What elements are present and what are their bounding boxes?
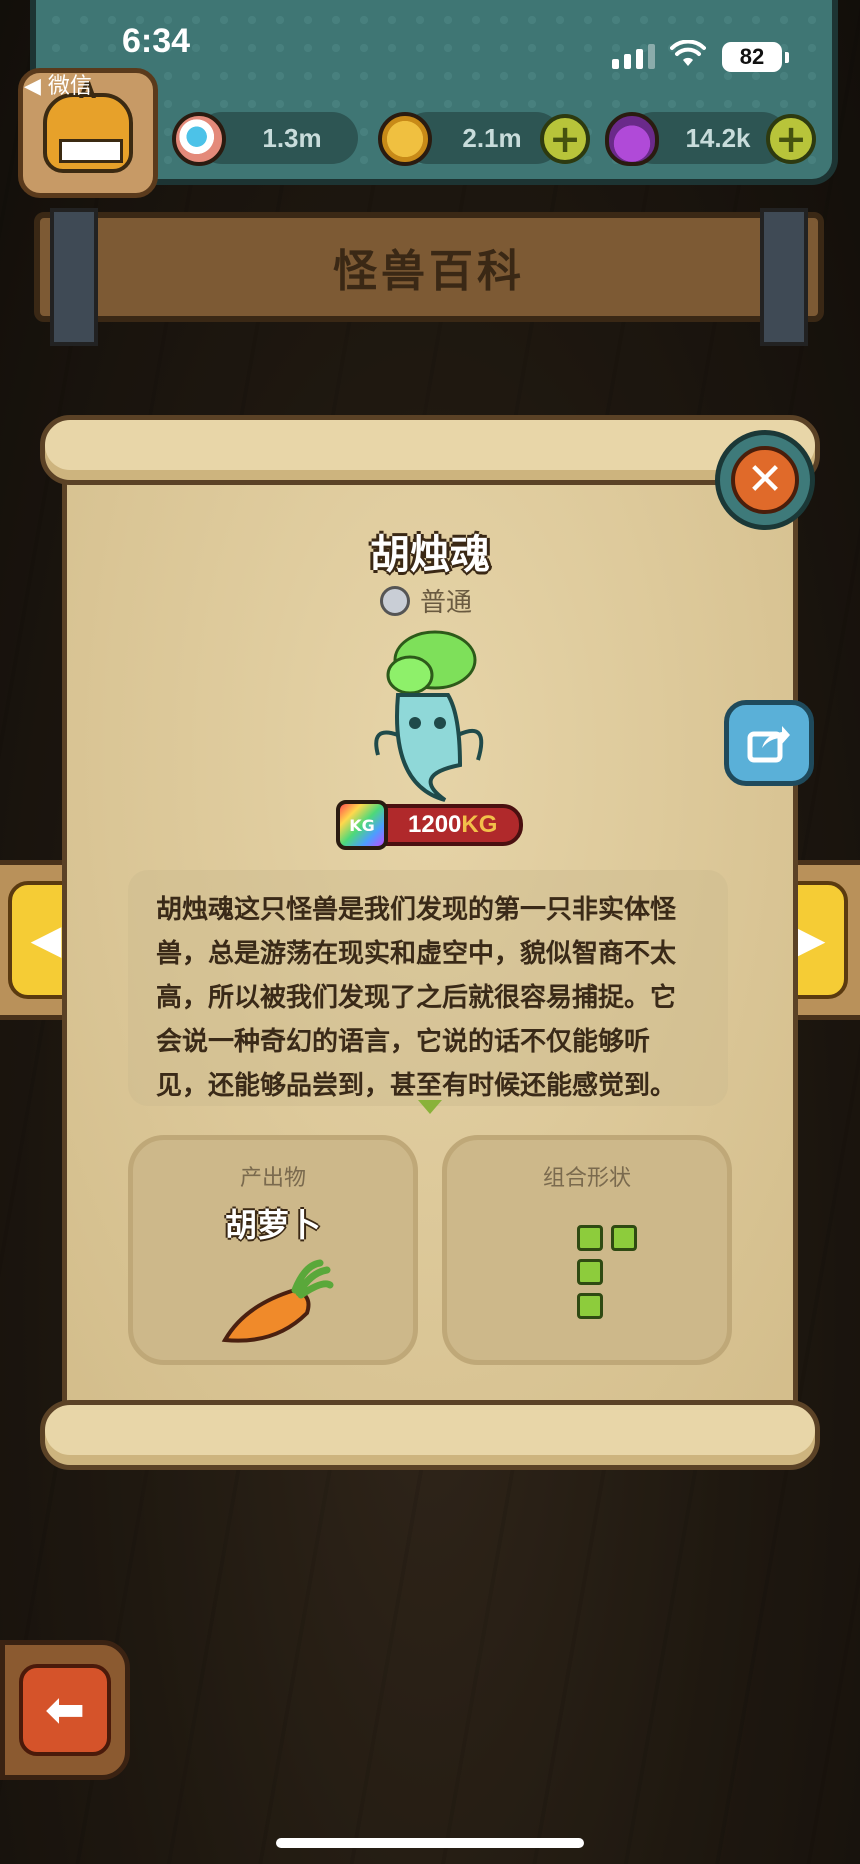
close-icon: ✕ — [731, 446, 799, 514]
monster-description: 胡烛魂这只怪兽是我们发现的第一只非实体怪兽，总是游荡在现实和虚空中，貌似智商不太… — [156, 895, 677, 1101]
status-time: 6:34 — [122, 22, 191, 60]
monster-name: 胡烛魂 — [370, 532, 490, 578]
add-coins-button[interactable]: + — [540, 114, 590, 164]
monster-description-box[interactable]: 胡烛魂这只怪兽是我们发现的第一只非实体怪兽，总是游荡在现实和虚空中，貌似智商不太… — [128, 870, 728, 1106]
back-button[interactable]: ⬅ — [0, 1640, 130, 1780]
product-item-name: 胡萝卜 — [224, 1206, 321, 1244]
cellular-signal-icon — [612, 44, 655, 69]
share-icon — [747, 726, 790, 763]
status-bar: 6:34 ◀ 微信 82 — [0, 0, 860, 99]
shape-panel: 组合形状 — [442, 1135, 732, 1365]
back-to-wechat-link[interactable]: ◀ 微信 — [24, 68, 92, 100]
scroll-more-icon[interactable] — [418, 1100, 442, 1114]
carrot-icon — [221, 1259, 334, 1343]
monster-illustration — [374, 630, 484, 802]
potion-icon — [605, 112, 659, 166]
coins-value: 2.1m — [462, 122, 522, 153]
coin-icon — [378, 112, 432, 166]
close-button[interactable]: ✕ — [715, 430, 815, 530]
weight-value: 1200 KG — [378, 804, 524, 846]
weight-number: 1200 — [408, 811, 462, 838]
weight-unit: KG — [461, 811, 498, 838]
shape-cell — [577, 1293, 603, 1319]
eyes-value: 1.3m — [262, 122, 322, 153]
wifi-icon — [670, 40, 706, 66]
shape-cell — [577, 1259, 603, 1285]
shape-cell — [611, 1225, 637, 1251]
page-title: 怪兽百科 — [333, 246, 525, 297]
product-panel: 产出物 胡萝卜 — [128, 1135, 418, 1365]
product-panel-title: 产出物 — [239, 1166, 306, 1191]
arrow-left-icon: ⬅ — [19, 1664, 111, 1756]
shape-cell — [577, 1225, 603, 1251]
monster-avatar-icon — [43, 79, 133, 173]
share-button[interactable] — [724, 700, 814, 786]
weight-kg-icon: KG — [336, 800, 388, 850]
rarity-text: 普通 — [420, 588, 473, 618]
battery-indicator: 82 — [722, 42, 789, 72]
weight-badge: KG 1200 KG — [336, 800, 524, 850]
rarity-skull-icon — [380, 585, 410, 616]
potion-value: 14.2k — [685, 122, 751, 153]
page-title-banner: 怪兽百科 — [34, 208, 824, 346]
scroll-bottom-roll — [40, 1400, 820, 1470]
scroll-top-roll — [40, 415, 820, 485]
add-potion-button[interactable]: + — [766, 114, 816, 164]
home-indicator[interactable] — [276, 1838, 584, 1848]
eye-icon — [172, 112, 226, 166]
rarity-label: 普通 — [380, 582, 472, 619]
shape-panel-title: 组合形状 — [542, 1166, 631, 1191]
